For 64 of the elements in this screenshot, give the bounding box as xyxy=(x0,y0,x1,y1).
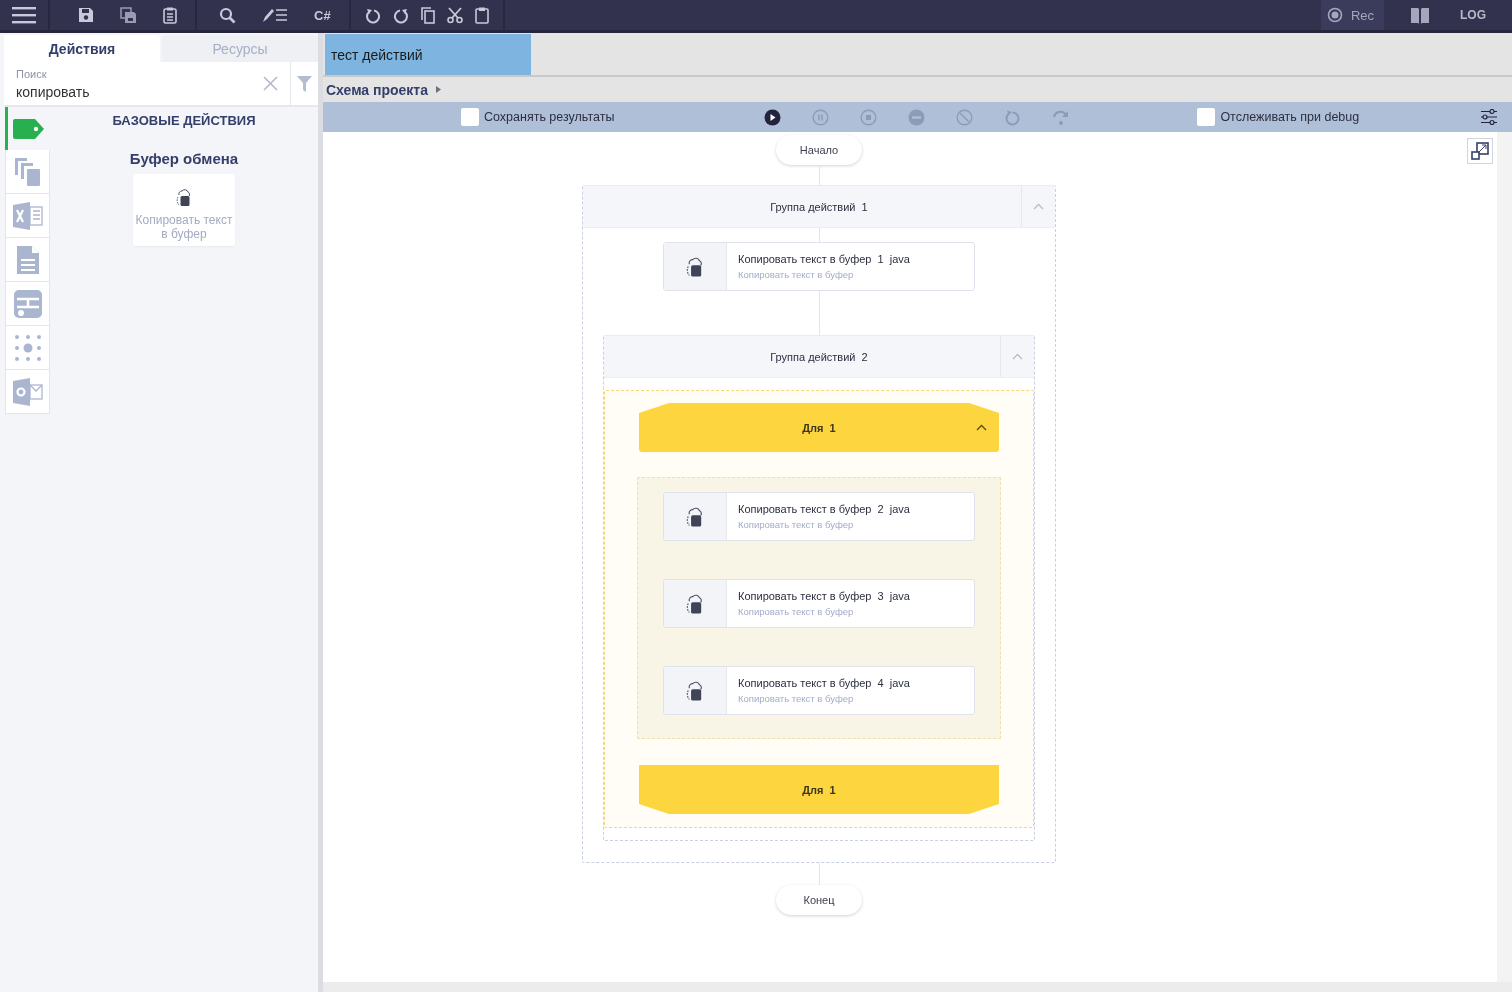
action-card[interactable]: Копировать текст в буфер 2 java Копировать текст в буфер xyxy=(663,492,975,541)
search-input[interactable]: копировать xyxy=(16,79,246,100)
breadcrumb-link[interactable]: Схема проекта xyxy=(326,81,428,98)
action-card[interactable]: Копировать текст в буфер 1 java Копировать текст в буфер xyxy=(663,242,975,291)
copy-icon xyxy=(13,156,42,187)
clipboard-cloud-icon xyxy=(686,255,704,278)
search-icon[interactable] xyxy=(219,6,236,24)
chevron-up-icon[interactable] xyxy=(976,424,987,431)
spreadsheet-icon xyxy=(12,201,43,230)
settings-icon[interactable] xyxy=(1481,109,1497,125)
mail-icon xyxy=(12,377,43,406)
search-field[interactable]: Поиск копировать xyxy=(4,62,290,105)
scrollbar-track[interactable] xyxy=(1497,132,1512,982)
cut-icon[interactable] xyxy=(446,6,463,24)
category-title: Буфер обмена xyxy=(129,150,239,167)
action-title: Копировать текст в буфер 1 java xyxy=(738,253,910,265)
save-copy-icon[interactable] xyxy=(120,6,137,24)
expand-icon[interactable] xyxy=(1467,138,1493,164)
checkbox[interactable] xyxy=(461,108,479,126)
record-button[interactable]: Rec xyxy=(1320,0,1384,30)
close-icon[interactable] xyxy=(263,76,278,91)
action-card[interactable]: Копировать текст в буфер 4 java Копировать текст в буфер xyxy=(663,666,975,715)
action-title: Копировать текст в буфер 2 java xyxy=(738,503,910,515)
book-icon[interactable] xyxy=(1410,6,1430,24)
record-icon xyxy=(1326,7,1343,23)
checkbox-label: Отслеживать при debug xyxy=(1220,110,1360,124)
tag-icon xyxy=(13,118,45,139)
loop-header[interactable]: Для 1 xyxy=(639,403,999,452)
action-title: Копировать текст в буфер 4 java xyxy=(738,677,910,689)
clipboard-cloud-icon xyxy=(176,188,192,207)
caret-icon xyxy=(436,86,441,93)
field-label: Поиск xyxy=(16,67,48,80)
action-subtitle: Копировать текст в буфер xyxy=(738,606,855,617)
csharp-button[interactable]: C# xyxy=(314,7,331,23)
action-subtitle: Копировать текст в буфер xyxy=(738,693,855,704)
menu-icon[interactable] xyxy=(12,6,36,24)
start-node[interactable]: Начало xyxy=(776,135,862,165)
clipboard-list-icon[interactable] xyxy=(163,6,177,24)
redo-icon[interactable] xyxy=(392,6,409,24)
end-node[interactable]: Конец xyxy=(776,885,862,915)
document-tab[interactable]: тест действий xyxy=(325,34,531,75)
clipboard-cloud-icon xyxy=(686,679,704,702)
section-heading: БАЗОВЫЕ ДЕЙСТВИЯ xyxy=(112,113,256,128)
action-title: Копировать текст в буфер 3 java xyxy=(738,590,910,602)
action-subtitle: Копировать текст в буфер xyxy=(738,519,855,530)
clipboard-cloud-icon xyxy=(686,592,704,615)
filter-icon[interactable] xyxy=(297,75,312,92)
table-icon xyxy=(12,288,43,319)
undo-icon[interactable] xyxy=(364,6,381,24)
play-icon[interactable] xyxy=(764,108,782,126)
log-button[interactable]: LOG xyxy=(1460,8,1486,22)
loop-footer[interactable]: Для 1 xyxy=(639,765,999,814)
save-icon[interactable] xyxy=(78,7,94,23)
dots-icon xyxy=(12,333,43,362)
action-card[interactable]: Копировать текст в буфер 3 java Копировать текст в буфер xyxy=(663,579,975,628)
clipboard-icon[interactable] xyxy=(474,6,489,24)
checkbox-label: Сохранять результаты xyxy=(484,110,615,124)
clipboard-cloud-icon xyxy=(686,505,704,528)
document-icon xyxy=(15,244,40,275)
edit-list-icon[interactable] xyxy=(262,6,288,24)
checkbox[interactable] xyxy=(1197,108,1216,126)
copy-icon[interactable] xyxy=(420,6,435,24)
action-subtitle: Копировать текст в буфер xyxy=(738,269,855,280)
panel-tab[interactable]: Действия xyxy=(4,35,160,62)
